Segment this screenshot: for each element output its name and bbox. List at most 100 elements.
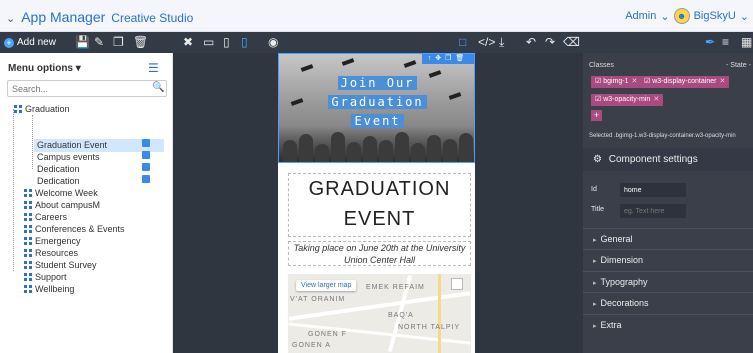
brush-icon[interactable]: ✒ [705, 35, 715, 50]
undo-icon[interactable]: ↶ [526, 35, 536, 50]
code-icon[interactable]: </> [478, 35, 495, 50]
cap-graphic [403, 60, 417, 68]
tablet-icon[interactable]: ▯ [223, 35, 230, 50]
tree-item-campus-events[interactable]: Campus events [37, 151, 150, 163]
tree-item-label: Resources [35, 248, 79, 258]
section-general[interactable]: ▸ General [583, 228, 753, 248]
tree-item-resources[interactable]: Resources [24, 247, 78, 259]
admin-label[interactable]: Admin [625, 10, 656, 22]
section-label: Extra [600, 320, 622, 330]
search-input[interactable] [7, 80, 167, 97]
section-label: Decorations [600, 298, 649, 308]
plus-icon: + [4, 37, 14, 48]
tree-item-label: Dedication [37, 176, 80, 186]
add-class-button[interactable]: + [591, 110, 602, 121]
eye-icon[interactable]: ◉ [268, 35, 278, 50]
menu-options-dropdown[interactable]: Menu options ▾ [8, 63, 81, 74]
component-settings-header[interactable]: ⚙ Component settings [583, 148, 753, 171]
close-icon[interactable]: ✕ [719, 78, 725, 85]
tree-item-graduation[interactable]: Graduation [14, 103, 70, 115]
heading-line-1: GRADUATION [308, 178, 451, 200]
add-new-button[interactable]: + Add new [4, 35, 56, 50]
component-settings-label: Component settings [608, 154, 698, 165]
tree-item-about-campusm[interactable]: About campusM [24, 199, 100, 211]
tree-item-label: Conferences & Events [35, 224, 125, 234]
id-field[interactable] [620, 183, 686, 197]
save-icon[interactable]: 💾 [75, 35, 90, 50]
section-decorations[interactable]: ▸ Decorations [583, 292, 753, 312]
view-larger-map-link[interactable]: View larger map [296, 280, 357, 291]
map-fullscreen-button[interactable] [451, 278, 463, 290]
hero-title[interactable]: Join Our Graduation Event [279, 74, 474, 131]
page-icon [142, 175, 150, 183]
title-field[interactable] [620, 204, 686, 218]
close-icon[interactable]: ✕ [653, 96, 659, 103]
download-icon[interactable]: ⤓ [499, 35, 504, 50]
mobile-icon[interactable]: ▯ [241, 35, 248, 50]
tree-item-dedication[interactable]: Dedication [37, 163, 150, 175]
section-label: Dimension [600, 255, 644, 265]
grid-icon [24, 201, 32, 209]
menu-options-label: Menu options [8, 63, 73, 74]
checkbox-icon[interactable]: ☑ [595, 96, 601, 103]
hero-line-3: Event [351, 114, 404, 128]
page-icon [142, 151, 150, 159]
checkbox-icon[interactable]: ☑ [644, 78, 650, 85]
event-heading[interactable]: GRADUATION EVENT [288, 173, 471, 237]
sort-icon[interactable]: ☰ [148, 61, 159, 75]
class-tag[interactable]: ☑ w3-display-container ✕ [640, 76, 730, 88]
crowd-graphic [279, 126, 474, 162]
checkbox-icon[interactable]: ☑ [595, 78, 601, 85]
close-icon[interactable]: ✕ [632, 78, 638, 85]
user-menu[interactable]: Admin ⌄ ☻ BigSkyU ⌄ [625, 8, 749, 24]
tree-item-careers[interactable]: Careers [24, 211, 67, 223]
section-typography[interactable]: ▸ Typography [583, 271, 753, 291]
layers-icon[interactable]: ≡ [722, 35, 729, 50]
event-subheading[interactable]: Taking place on June 20th at the Univers… [288, 241, 471, 266]
section-dimension[interactable]: ▸ Dimension [583, 249, 753, 269]
redo-icon[interactable]: ↷ [545, 35, 555, 50]
account-label[interactable]: BigSkyU [694, 10, 736, 22]
class-tag[interactable]: ☑ w3-opacity-min ✕ [591, 94, 664, 106]
editor-canvas: ↑✥❐🗑 Join Our Graduation Event GRADUATIO… [173, 53, 583, 353]
avatar[interactable]: ☻ [673, 8, 690, 24]
hero-line-1: Join Our [337, 76, 418, 90]
search-icon[interactable]: 🔍 [152, 82, 164, 93]
class-tag[interactable]: ☑ bgimg-1 ✕ [591, 76, 642, 88]
title-label: Title [591, 206, 604, 213]
tree-item-student-survey[interactable]: Student Survey [24, 259, 97, 271]
tree-item-emergency[interactable]: Emergency [24, 235, 81, 247]
caret-right-icon: ▸ [593, 237, 597, 244]
blocks-icon[interactable]: ▦ [741, 35, 752, 50]
trash-icon[interactable]: 🗑 [133, 35, 148, 50]
subheading-line-2: Union Center Hall [343, 255, 416, 265]
pencil-icon[interactable]: ✎ [94, 35, 104, 50]
tree-item-label: About campusM [35, 200, 101, 210]
outline-icon[interactable]: □ [459, 35, 466, 50]
section-extra[interactable]: ▸ Extra [583, 314, 753, 334]
desktop-icon[interactable]: ▭ [203, 35, 214, 50]
tree-item-welcome-week[interactable]: Welcome Week [24, 187, 98, 199]
grid-icon [24, 285, 32, 293]
tree-item-dedication[interactable]: Dedication [37, 175, 150, 187]
component-toolbar[interactable]: ↑✥❐🗑 [422, 54, 474, 64]
app-switcher[interactable]: ⌄ App Manager Creative Studio [6, 9, 193, 25]
state-select[interactable]: - State - [726, 62, 751, 69]
section-label: Typography [600, 277, 648, 287]
tree-item-conferences-events[interactable]: Conferences & Events [24, 223, 125, 235]
editor-toolbar: + Add new 💾 ✎ ❐ 🗑 ✖ ▭ ▯ ▯ ◉ □ </> ⤓ ↶ ↷ … [0, 32, 753, 53]
fullscreen-icon[interactable]: ✖ [183, 35, 193, 50]
copy-icon[interactable]: ❐ [113, 35, 124, 50]
caret-right-icon: ▸ [593, 323, 597, 330]
tree-item-label: Emergency [35, 236, 81, 246]
grid-icon [24, 225, 32, 233]
section-label: General [600, 234, 633, 244]
style-manager-panel: Classes - State - ☑ bgimg-1 ✕ ☑ w3-displa… [583, 53, 753, 353]
map-embed[interactable]: View larger map EMEK REFAIM V'AT ORANIM … [288, 274, 471, 353]
tree-item-label: Welcome Week [35, 188, 98, 198]
tree-item-graduation-event[interactable]: Graduation Event [37, 139, 150, 151]
eraser-icon[interactable]: ⌫ [563, 35, 580, 50]
tree-item-wellbeing[interactable]: Wellbeing [24, 283, 74, 295]
tree-item-support[interactable]: Support [24, 271, 67, 283]
hero-section[interactable]: ↑✥❐🗑 Join Our Graduation Event [278, 53, 475, 163]
